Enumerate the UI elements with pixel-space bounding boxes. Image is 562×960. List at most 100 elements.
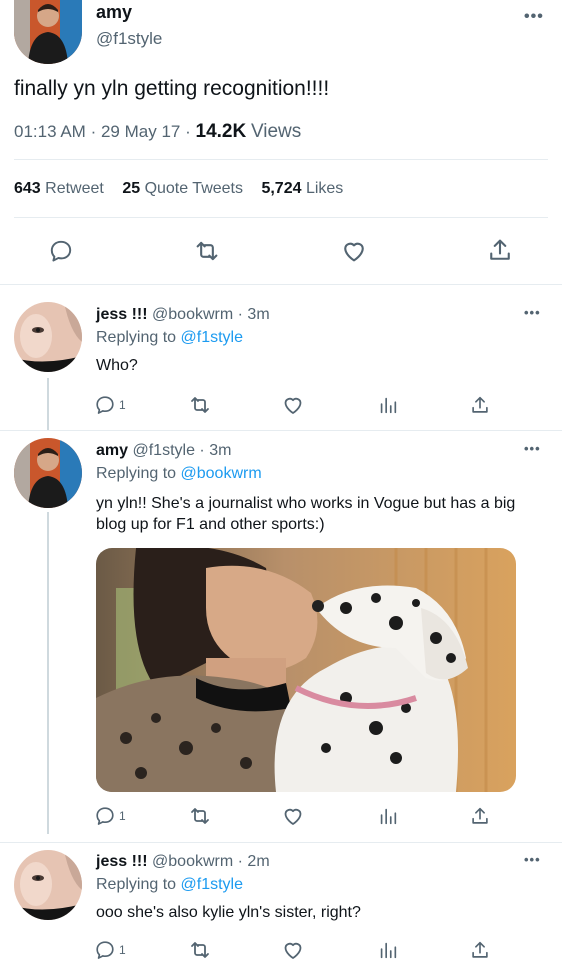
retweets-count: 643	[14, 180, 41, 197]
reply-text: ooo she's also kylie yln's sister, right…	[96, 904, 361, 921]
reply-count: 1	[119, 943, 126, 957]
thread-line	[47, 378, 49, 430]
likes-label: Likes	[305, 180, 344, 197]
author-handle[interactable]: @f1style	[132, 442, 194, 459]
analytics-button[interactable]	[376, 938, 400, 960]
replying-to-handle[interactable]: @f1style	[181, 876, 243, 893]
reply-header: amy @f1style · 3m	[96, 442, 231, 460]
analytics-icon	[380, 397, 397, 414]
meta-separator: ·	[90, 122, 97, 141]
more-icon[interactable]: •••	[524, 852, 541, 867]
tweet-meta: 01:13 AM · 29 May 17 · 14.2K Views	[14, 121, 301, 143]
share-button[interactable]	[468, 393, 492, 417]
author-handle[interactable]: @f1style	[96, 29, 162, 49]
like-icon	[284, 808, 302, 825]
retweet-icon	[191, 808, 209, 824]
analytics-icon	[380, 942, 397, 959]
share-icon	[472, 396, 488, 413]
retweet-button[interactable]	[188, 393, 212, 417]
divider	[0, 430, 562, 431]
retweet-icon	[191, 397, 209, 413]
engagement-stats: 643 Retweet 25 Quote Tweets 5,724 Likes	[14, 180, 343, 198]
analytics-button[interactable]	[376, 393, 400, 417]
like-icon	[344, 242, 364, 262]
quotes-label: Quote Tweets	[144, 180, 243, 197]
retweet-icon	[191, 942, 209, 958]
likes-stat[interactable]: 5,724 Likes	[261, 180, 343, 197]
author-name[interactable]: jess !!!	[96, 306, 148, 323]
reply-header: jess !!! @bookwrm · 3m	[96, 306, 270, 324]
share-button[interactable]	[485, 235, 515, 265]
like-button[interactable]	[281, 393, 305, 417]
analytics-button[interactable]	[376, 804, 400, 828]
avatar[interactable]	[14, 850, 82, 920]
reply-button[interactable]: 1	[94, 938, 126, 960]
replying-to-label: Replying to	[96, 329, 177, 346]
retweet-button[interactable]	[192, 236, 222, 266]
avatar[interactable]	[14, 302, 82, 372]
share-button[interactable]	[468, 804, 492, 828]
share-icon	[472, 941, 488, 958]
replying-to-label: Replying to	[96, 465, 177, 482]
like-icon	[284, 397, 302, 414]
views-label: Views	[250, 121, 302, 142]
retweets-stat[interactable]: 643 Retweet	[14, 180, 108, 197]
quotes-stat[interactable]: 25 Quote Tweets	[122, 180, 247, 197]
retweet-button[interactable]	[188, 938, 212, 960]
avatar[interactable]	[14, 438, 82, 508]
divider	[0, 284, 562, 285]
like-button[interactable]	[339, 236, 369, 266]
replying-to: Replying to @f1style	[96, 876, 243, 894]
share-icon	[472, 807, 488, 824]
tweet-age[interactable]: 3m	[247, 306, 269, 323]
like-button[interactable]	[281, 804, 305, 828]
tweet-text: finally yn yln getting recognition!!!!	[14, 77, 330, 100]
meta-separator: ·	[199, 442, 205, 459]
replying-to-handle[interactable]: @bookwrm	[181, 465, 262, 482]
reply-text: yn yln!! She's a journalist who works in…	[96, 495, 516, 533]
author-name[interactable]: amy	[96, 2, 132, 23]
replying-to-handle[interactable]: @f1style	[181, 329, 243, 346]
divider	[0, 842, 562, 843]
retweet-button[interactable]	[188, 804, 212, 828]
share-icon	[490, 239, 510, 260]
reply-button[interactable]: 1	[94, 804, 126, 828]
likes-count: 5,724	[261, 180, 302, 197]
share-button[interactable]	[468, 938, 492, 960]
more-icon[interactable]: •••	[524, 305, 541, 320]
reply-count: 1	[119, 398, 126, 412]
divider	[14, 217, 548, 218]
avatar[interactable]	[14, 0, 82, 64]
replying-to: Replying to @bookwrm	[96, 465, 262, 483]
retweets-label: Retweet	[45, 180, 104, 197]
reply-text: Who?	[96, 357, 138, 374]
divider	[14, 159, 548, 160]
author-handle[interactable]: @bookwrm	[152, 306, 233, 323]
quotes-count: 25	[122, 180, 141, 197]
reply-header: jess !!! @bookwrm · 2m	[96, 853, 270, 871]
more-icon[interactable]: •••	[524, 8, 544, 26]
tweet-age[interactable]: 3m	[209, 442, 231, 459]
reply-icon	[50, 240, 72, 262]
more-icon[interactable]: •••	[524, 441, 541, 456]
meta-separator: ·	[237, 853, 243, 870]
reply-count: 1	[119, 809, 126, 823]
meta-separator: ·	[237, 306, 243, 323]
tweet-photo[interactable]	[96, 548, 516, 792]
replying-to: Replying to @f1style	[96, 329, 243, 347]
tweet-time[interactable]: 01:13 AM	[14, 122, 86, 141]
reply-icon	[96, 941, 114, 959]
tweet-age[interactable]: 2m	[247, 853, 269, 870]
views-count: 14.2K	[195, 121, 247, 142]
author-name[interactable]: jess !!!	[96, 853, 148, 870]
reply-button[interactable]	[46, 236, 76, 266]
analytics-icon	[380, 808, 397, 825]
reply-icon	[96, 807, 114, 825]
thread-line	[47, 512, 49, 834]
author-name[interactable]: amy	[96, 442, 128, 459]
author-handle[interactable]: @bookwrm	[152, 853, 233, 870]
reply-button[interactable]: 1	[94, 393, 126, 417]
tweet-date[interactable]: 29 May 17	[101, 122, 180, 141]
retweet-icon	[196, 241, 218, 261]
like-button[interactable]	[281, 938, 305, 960]
